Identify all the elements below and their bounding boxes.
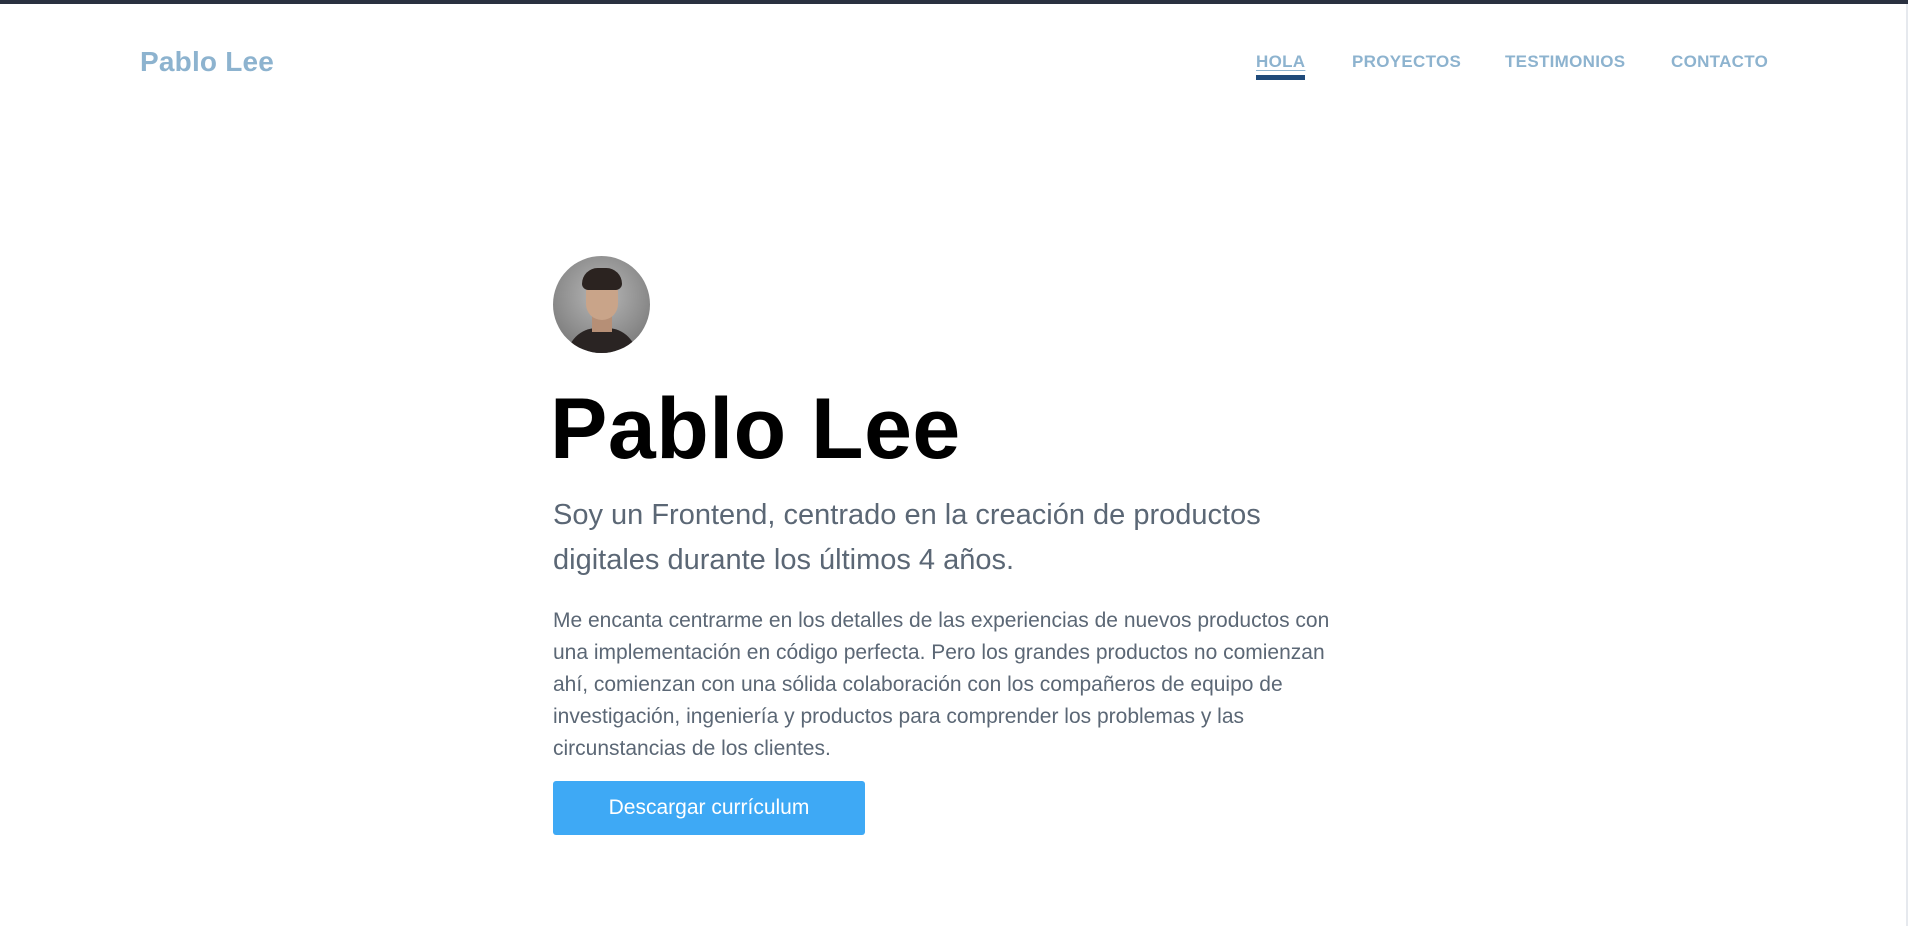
page-title: Pablo Lee: [550, 381, 961, 477]
nav-item-hola[interactable]: HOLA: [1256, 50, 1306, 80]
hero-tagline: Soy un Frontend, centrado en la creación…: [553, 499, 1261, 576]
main-nav: HOLA PROYECTOS TESTIMONIOS CONTACTO: [0, 50, 1908, 90]
nav-item-contacto[interactable]: CONTACTO: [1671, 50, 1768, 74]
nav-item-testimonios[interactable]: TESTIMONIOS: [1505, 50, 1625, 74]
download-resume-button[interactable]: Descargar currículum: [553, 781, 865, 835]
hero-description: Me encanta centrarme en los detalles de …: [553, 609, 1330, 760]
window-top-border: [0, 0, 1908, 4]
avatar: [553, 256, 650, 353]
hero-section: Pablo Lee Soy un Frontend, centrado en l…: [550, 256, 1353, 835]
nav-item-proyectos[interactable]: PROYECTOS: [1352, 50, 1461, 74]
